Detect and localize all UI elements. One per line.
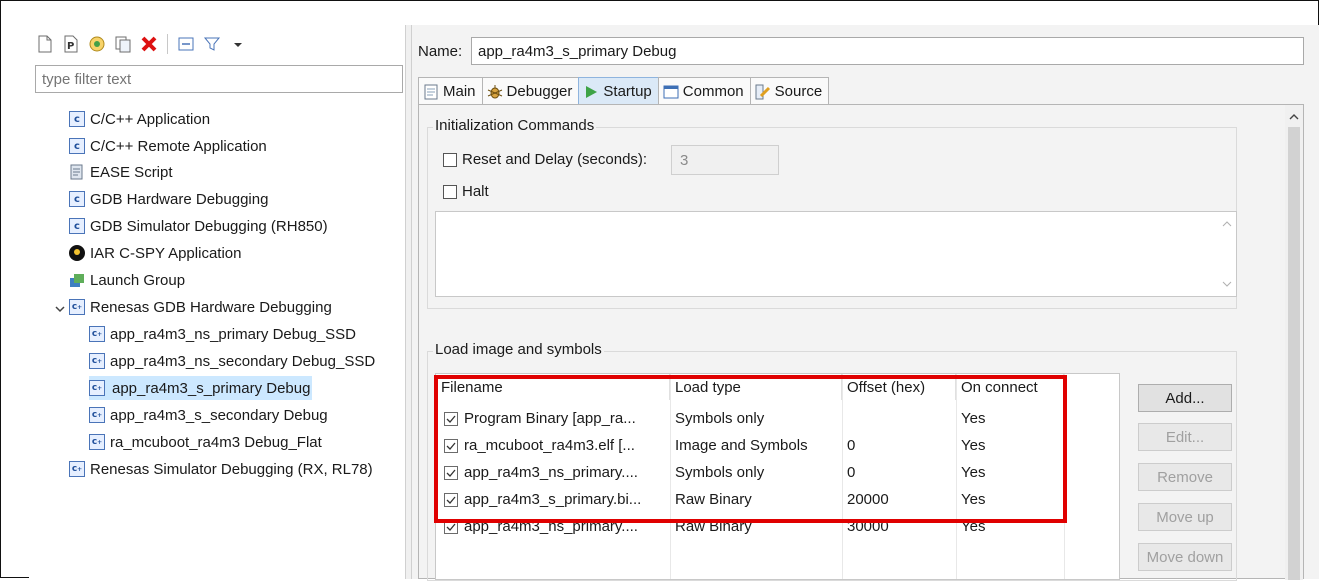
move-down-button[interactable]: Move down [1138,543,1232,571]
halt-checkbox[interactable] [443,184,457,199]
filter-icon[interactable] [202,34,222,54]
toolbar-separator [167,34,168,54]
tree-item-label: app_ra4m3_ns_primary Debug_SSD [110,325,356,343]
tab-label: Startup [603,83,652,100]
new-config-icon[interactable] [35,34,55,54]
scrollbar-thumb[interactable] [1288,127,1300,580]
c-app-icon: c + [69,461,85,477]
tree-item-iar-cspy[interactable]: IAR C-SPY Application [69,241,241,265]
add-button[interactable]: Add... [1138,384,1232,412]
tree-item-label: GDB Simulator Debugging (RH850) [90,217,328,235]
c-app-icon: c + [69,299,85,315]
filter-input[interactable] [35,65,403,93]
name-label: Name: [418,43,463,60]
tab-startup[interactable]: Startup [578,77,659,105]
tree-item-label: ra_mcuboot_ra4m3 Debug_Flat [110,433,322,451]
c-app-icon: c [69,111,85,127]
tree-item-label: app_ra4m3_s_primary Debug [112,379,311,397]
tab-debugger[interactable]: Debugger [481,77,580,105]
configuration-tree-panel: P c C/C+ [29,25,405,579]
init-commands-textarea[interactable] [435,211,1237,297]
collapse-all-icon[interactable] [176,34,196,54]
tree-item-label: Renesas GDB Hardware Debugging [90,298,332,316]
main-tab-icon [423,84,439,100]
view-menu-icon[interactable] [228,34,248,54]
startup-tab-icon [583,84,599,100]
c-app-icon: c [69,138,85,154]
launch-group-icon [69,272,85,288]
content-scrollbar[interactable] [1285,105,1303,580]
remove-button[interactable]: Remove [1138,463,1232,491]
tab-common[interactable]: Common [657,77,751,105]
reset-delay-checkbox[interactable] [443,152,457,167]
c-app-icon: c [69,191,85,207]
tree-item-label: Renesas Simulator Debugging (RX, RL78) [90,460,373,478]
tree-item-label: C/C++ Application [90,110,211,128]
tab-label: Debugger [506,83,573,100]
tree-item-label: C/C++ Remote Application [90,137,267,155]
tree-item-label: Launch Group [90,271,186,289]
tab-label: Source [774,83,823,100]
tree-item-renesas-gdb-hw[interactable]: c + Renesas GDB Hardware Debugging [69,295,332,319]
config-name-input[interactable] [471,37,1304,65]
launch-config-icon: c + [89,353,105,369]
load-image-title: Load image and symbols [433,341,604,358]
script-icon [69,164,85,180]
textarea-scrollbar[interactable] [1218,212,1236,296]
tree-item-mcuboot[interactable]: c + ra_mcuboot_ra4m3 Debug_Flat [89,430,322,454]
launch-config-icon: c + [89,326,105,342]
c-app-icon: c [69,218,85,234]
tree-item-label: app_ra4m3_ns_secondary Debug_SSD [110,352,376,370]
tab-label: Common [682,83,744,100]
tree-item-s-secondary[interactable]: c + app_ra4m3_s_secondary Debug [89,403,328,427]
tree-toolbar: P [35,29,248,59]
tree-item-gdb-hw[interactable]: c GDB Hardware Debugging [69,187,268,211]
source-tab-icon [755,84,771,100]
tree-item-c-app[interactable]: c C/C++ Application [69,107,210,131]
svg-text:P: P [67,41,74,52]
export-icon[interactable] [87,34,107,54]
tab-main[interactable]: Main [418,77,483,105]
init-commands-title: Initialization Commands [433,117,597,134]
tree-item-ns-primary[interactable]: c + app_ra4m3_ns_primary Debug_SSD [89,322,356,346]
launch-config-icon: c + [89,407,105,423]
launch-config-icon: c + [89,434,105,450]
edit-button[interactable]: Edit... [1138,423,1232,451]
tree-item-launch-group[interactable]: Launch Group [69,268,185,292]
halt-label: Halt [462,183,489,200]
tree-item-ease-script[interactable]: EASE Script [69,160,173,184]
tree-item-label: IAR C-SPY Application [90,244,242,262]
tree-item-label: app_ra4m3_s_secondary Debug [110,406,328,424]
halt-row: Halt [443,183,489,200]
tree-item-label: EASE Script [90,163,173,181]
debugger-tab-icon [487,84,503,100]
tree-item-s-primary-selected[interactable]: c + app_ra4m3_s_primary Debug [89,376,313,400]
chevron-down-icon[interactable] [54,302,66,314]
duplicate-icon[interactable] [113,34,133,54]
tab-source[interactable]: Source [749,77,830,105]
tree-item-renesas-sim[interactable]: c + Renesas Simulator Debugging (RX, RL78… [69,457,373,481]
reset-delay-label: Reset and Delay (seconds): [462,151,648,168]
tree-item-label: GDB Hardware Debugging [90,190,269,208]
delay-seconds-input[interactable] [671,145,779,175]
new-prototype-icon[interactable]: P [61,34,81,54]
tree-item-gdb-sim[interactable]: c GDB Simulator Debugging (RH850) [69,214,328,238]
config-tabs: Main Debugger Startup Common Source [418,77,830,105]
tree-item-ns-secondary[interactable]: c + app_ra4m3_ns_secondary Debug_SSD [89,349,375,373]
panel-splitter[interactable] [405,25,412,579]
common-tab-icon [663,84,679,100]
iar-icon [69,245,85,261]
tree-item-c-remote-app[interactable]: c C/C++ Remote Application [69,134,267,158]
launch-configurations-dialog: P c C/C+ [0,0,1319,581]
chevron-up-icon[interactable] [1289,109,1299,120]
delete-icon[interactable] [139,34,159,54]
move-up-button[interactable]: Move up [1138,503,1232,531]
reset-delay-row: Reset and Delay (seconds): [443,151,647,168]
launch-config-icon: c + [89,380,105,396]
tab-label: Main [443,83,476,100]
highlight-annotation-box [434,375,1067,523]
